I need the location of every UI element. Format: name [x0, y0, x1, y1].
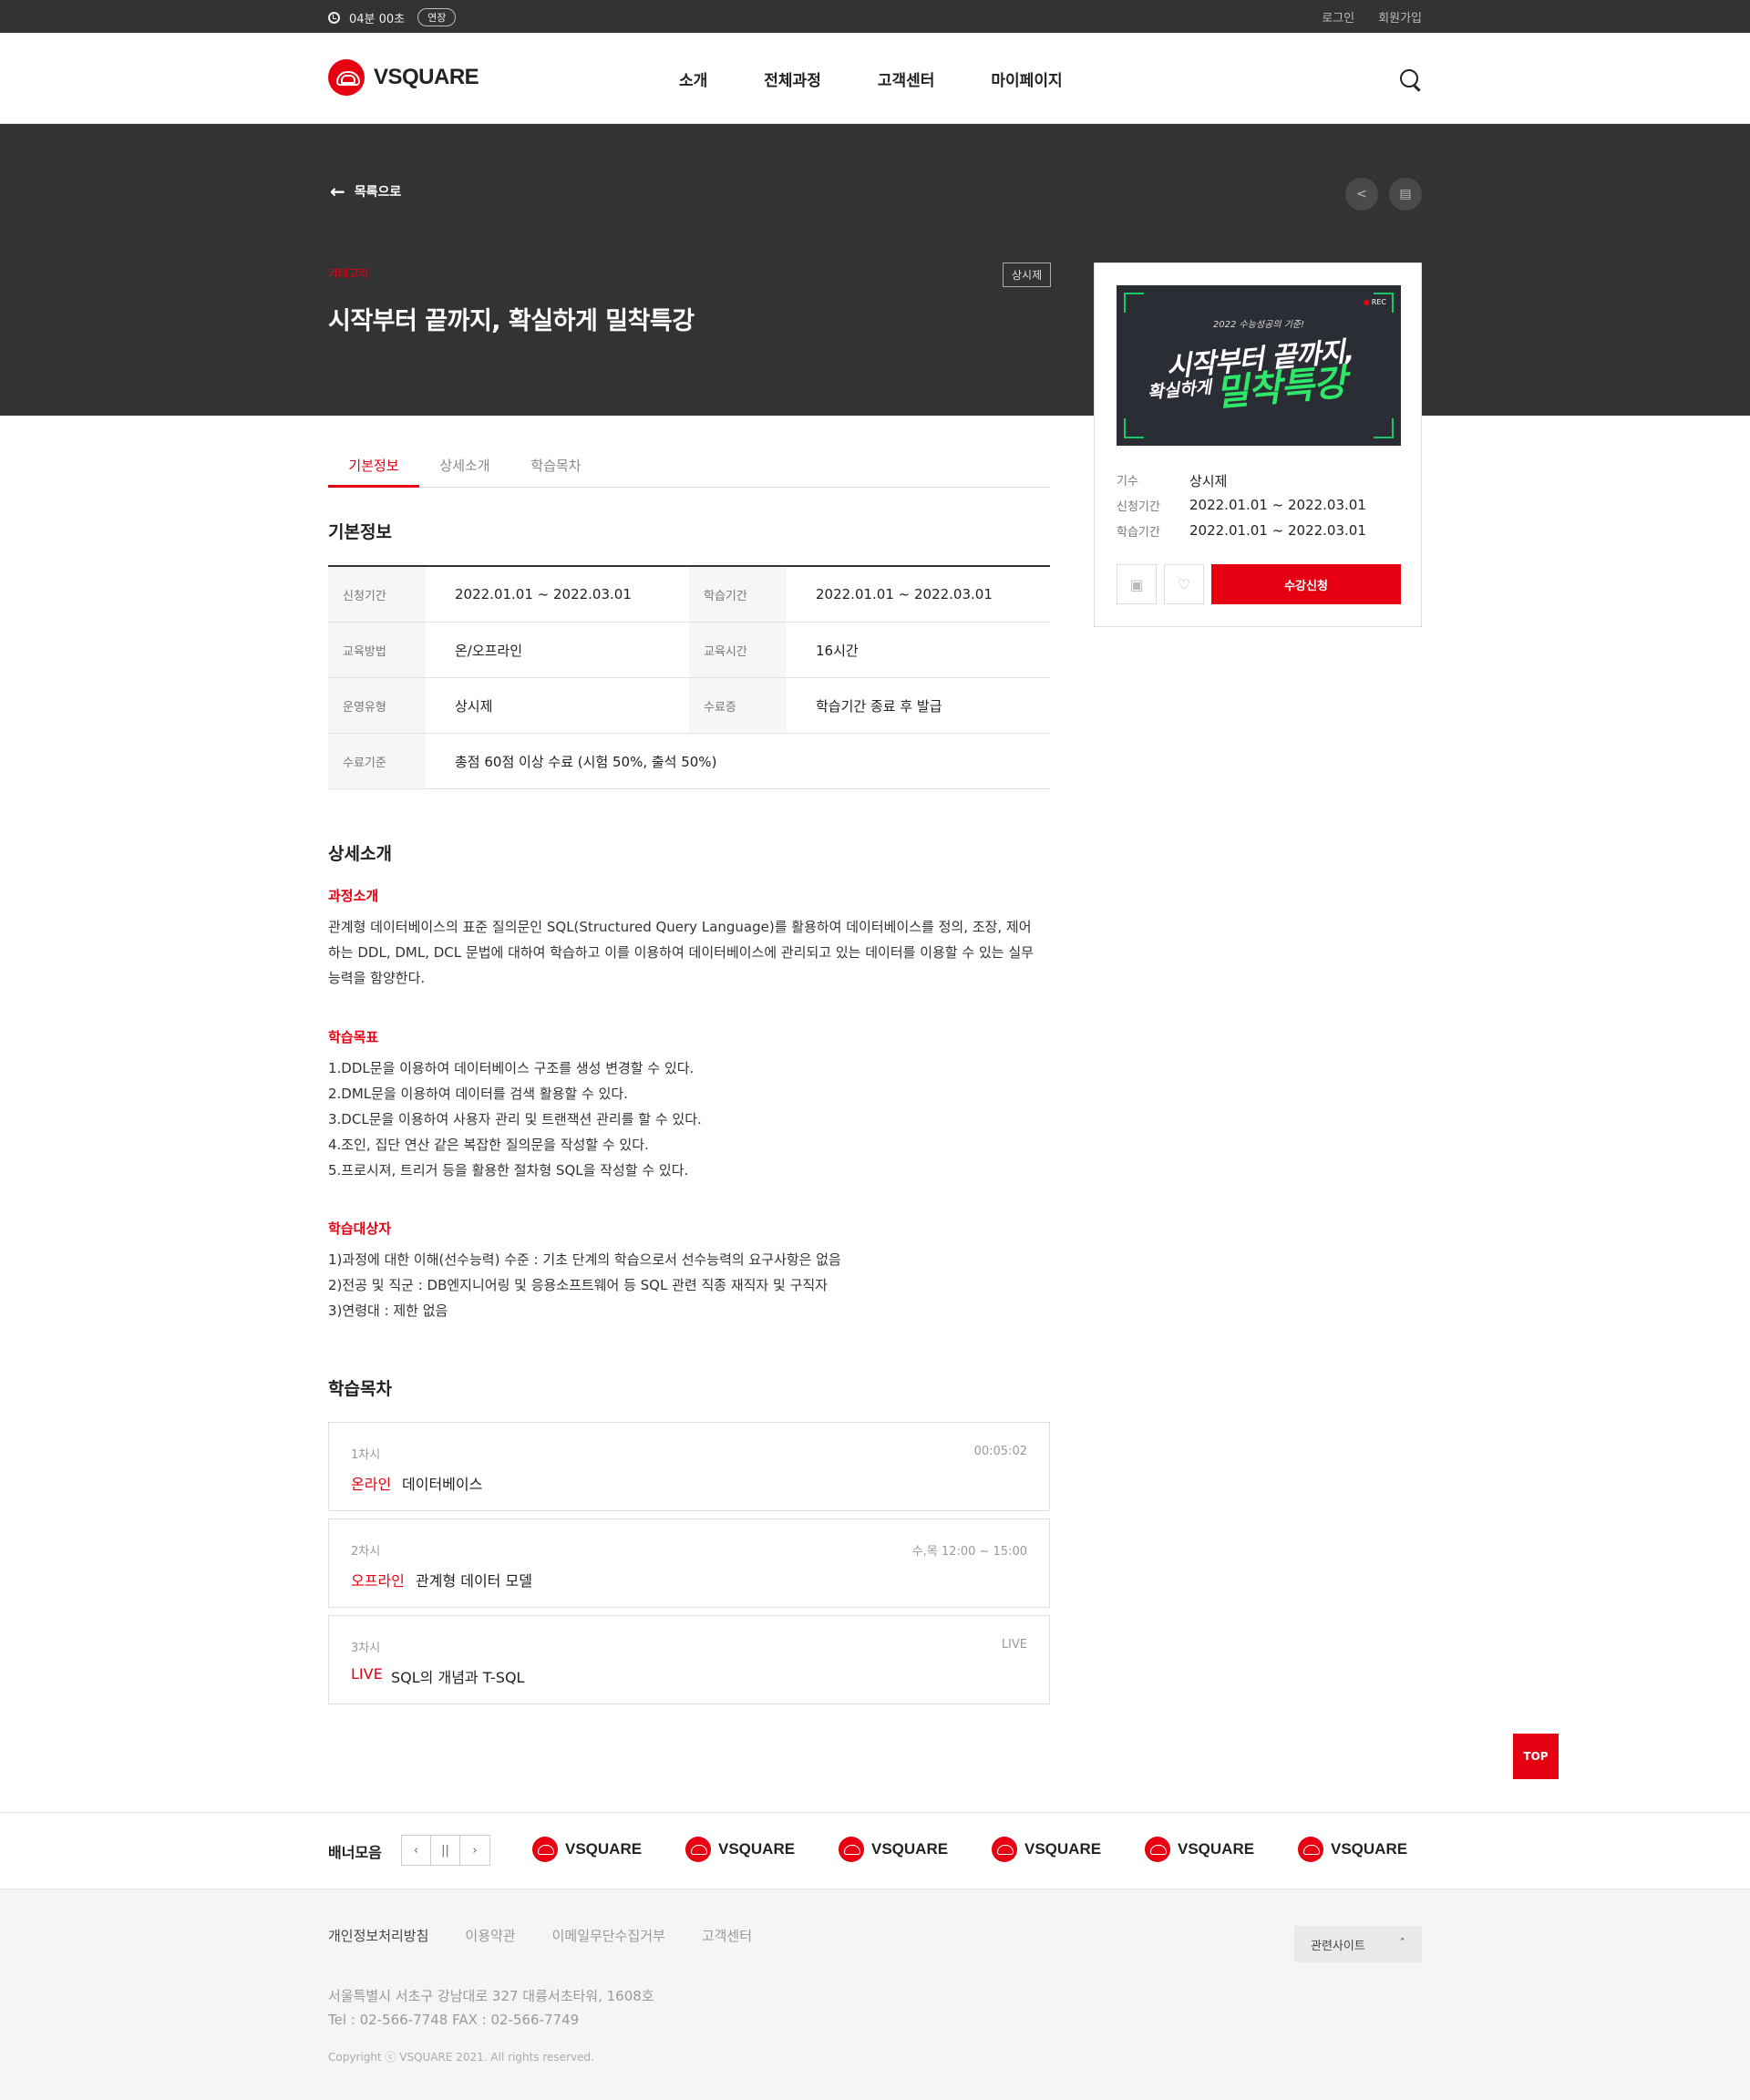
footer-link-support[interactable]: 고객센터 — [702, 1926, 752, 1945]
basic-info-table: 신청기간 2022.01.01 ~ 2022.03.01 학습기간 2022.0… — [328, 565, 1050, 789]
thumb-line2b: 밀착특강 — [1213, 361, 1348, 416]
target-subtitle: 학습대상자 — [328, 1220, 392, 1237]
nav-item-mypage[interactable]: 마이페이지 — [991, 67, 1062, 90]
share-icon[interactable]: < — [1345, 178, 1378, 211]
category-label: 카테고리 — [328, 267, 369, 280]
lesson-item[interactable]: 1차시 00:05:02 온라인 데이터베이스 — [328, 1422, 1050, 1511]
banner-item[interactable]: VSQUARE — [992, 1837, 1101, 1862]
curriculum-title: 학습목차 — [328, 1379, 392, 1399]
logo-mark-icon — [839, 1837, 864, 1862]
target-list: 1)과정에 대한 이해(선수능력) 수준 : 기초 단계의 학습으로서 선수능력… — [328, 1251, 841, 1319]
chevron-up-icon: ˆ — [1399, 1937, 1406, 1951]
logo-mark-icon — [328, 59, 365, 96]
course-thumbnail: REC 2022 수능성공의 기준! 시작부터 끝까지, 확실하게 밀착특강 — [1117, 285, 1401, 446]
card-row: 학습기간 2022.01.01 ~ 2022.03.01 — [1117, 522, 1366, 540]
lesson-item[interactable]: 2차시 수,목 12:00 ~ 15:00 오프라인 관계형 데이터 모델 — [328, 1518, 1050, 1608]
course-summary-card: REC 2022 수능성공의 기준! 시작부터 끝까지, 확실하게 밀착특강 기… — [1094, 262, 1422, 627]
banner-item[interactable]: VSQUARE — [1145, 1837, 1254, 1862]
course-type-badge: 상시제 — [1003, 262, 1052, 287]
course-tabs: 기본정보 상세소개 학습목차 — [328, 447, 1050, 488]
course-title: 시작부터 끝까지, 확실하게 밀착특강 — [328, 307, 695, 335]
footer-link-privacy[interactable]: 개인정보처리방침 — [328, 1926, 428, 1945]
detail-title: 상세소개 — [328, 844, 392, 864]
arrow-left-icon: ← — [330, 180, 345, 202]
main-nav: 소개 전체과정 고객센터 마이페이지 — [679, 67, 1063, 90]
login-link[interactable]: 로그인 — [1322, 8, 1354, 26]
tab-detail[interactable]: 상세소개 — [419, 447, 510, 487]
banner-item[interactable]: VSQUARE — [1298, 1837, 1407, 1862]
tab-basic-info[interactable]: 기본정보 — [328, 447, 419, 488]
lesson-item[interactable]: 3차시 LIVE LIVE SQL의 개념과 T-SQL — [328, 1615, 1050, 1704]
pause-icon[interactable]: || — [431, 1836, 460, 1865]
search-icon[interactable] — [1400, 69, 1418, 88]
table-row: 교육방법 온/오프라인 교육시간 16시간 — [328, 623, 1050, 678]
signup-link[interactable]: 회원가입 — [1378, 8, 1422, 26]
card-row: 신청기간 2022.01.01 ~ 2022.03.01 — [1117, 497, 1366, 514]
timer-text: 04분 00초 — [349, 12, 406, 26]
card-row: 기수 상시제 — [1117, 473, 1228, 489]
banner-controls: ‹ || › — [401, 1835, 490, 1866]
logo-text: VSQUARE — [374, 65, 479, 89]
chevron-right-icon[interactable]: › — [460, 1836, 489, 1865]
table-row: 수료기준 총점 60점 이상 수료 (시험 50%, 출석 50%) — [328, 734, 1050, 789]
footer-link-email[interactable]: 이메일무단수집거부 — [552, 1926, 665, 1945]
site-footer: 개인정보처리방침 이용약관 이메일무단수집거부 고객센터 관련사이트 ˆ 서울특… — [0, 1889, 1750, 2100]
nav-item-courses[interactable]: 전체과정 — [764, 67, 821, 90]
goal-subtitle: 학습목표 — [328, 1029, 379, 1045]
course-hero — [0, 124, 1750, 416]
back-to-list-button[interactable]: ← 목록으로 — [330, 182, 401, 201]
apply-course-button[interactable]: 수강신청 — [1211, 564, 1401, 604]
calendar-add-icon[interactable]: ▣ — [1117, 564, 1157, 604]
logo-mark-icon — [992, 1837, 1017, 1862]
session-timer: 04분 00초 연장 — [328, 8, 457, 26]
logo[interactable]: VSQUARE — [328, 59, 479, 96]
thumb-line2a: 확실하게 — [1147, 376, 1212, 403]
rec-label: REC — [1364, 298, 1386, 306]
intro-text: 관계형 데이터베이스의 표준 질의문인 SQL(Structured Query… — [328, 919, 1034, 986]
footer-link-terms[interactable]: 이용약관 — [465, 1926, 515, 1945]
top-bar: 04분 00초 연장 로그인 회원가입 — [0, 0, 1750, 33]
intro-subtitle: 과정소개 — [328, 888, 379, 904]
related-sites-select[interactable]: 관련사이트 ˆ — [1294, 1926, 1422, 1962]
logo-mark-icon — [1145, 1837, 1170, 1862]
banner-title: 배너모음 — [328, 1844, 382, 1861]
logo-mark-icon — [685, 1837, 711, 1862]
basic-info-title: 기본정보 — [328, 522, 392, 542]
site-header: VSQUARE 소개 전체과정 고객센터 마이페이지 — [0, 33, 1750, 124]
table-row: 운영유형 상시제 수료증 학습기간 종료 후 발급 — [328, 678, 1050, 734]
extend-session-button[interactable]: 연장 — [417, 8, 457, 26]
banner-item[interactable]: VSQUARE — [532, 1837, 642, 1862]
thumb-subtitle: 2022 수능성공의 기준! — [1212, 320, 1305, 330]
banner-item[interactable]: VSQUARE — [685, 1837, 795, 1862]
scroll-top-button[interactable]: TOP — [1513, 1734, 1559, 1779]
tab-curriculum[interactable]: 학습목차 — [510, 447, 602, 487]
banner-strip: 배너모음 ‹ || › VSQUARE VSQUARE VSQUARE VSQU… — [0, 1812, 1750, 1889]
footer-links: 개인정보처리방침 이용약관 이메일무단수집거부 고객센터 — [328, 1926, 752, 1945]
chevron-left-icon[interactable]: ‹ — [402, 1836, 431, 1865]
logo-mark-icon — [532, 1837, 558, 1862]
heart-icon[interactable]: ♡ — [1164, 564, 1204, 604]
clock-icon — [328, 11, 340, 24]
footer-address: 서울특별시 서초구 강남대로 327 대륭서초타워, 1608호 — [328, 1988, 654, 2004]
table-row: 신청기간 2022.01.01 ~ 2022.03.01 학습기간 2022.0… — [328, 567, 1050, 623]
banner-item[interactable]: VSQUARE — [839, 1837, 948, 1862]
logo-mark-icon — [1298, 1837, 1323, 1862]
print-icon[interactable]: ▤ — [1389, 178, 1422, 211]
nav-item-support[interactable]: 고객센터 — [878, 67, 935, 90]
footer-contact: Tel : 02-566-7748 FAX : 02-566-7749 — [328, 2012, 580, 2028]
back-label: 목록으로 — [354, 185, 402, 200]
nav-item-about[interactable]: 소개 — [679, 67, 707, 90]
goal-list: 1.DDL문을 이용하여 데이터베이스 구조를 생성 변경할 수 있다. 2.D… — [328, 1060, 702, 1179]
footer-copyright: Copyright ⓒ VSQUARE 2021. All rights res… — [328, 2051, 594, 2064]
